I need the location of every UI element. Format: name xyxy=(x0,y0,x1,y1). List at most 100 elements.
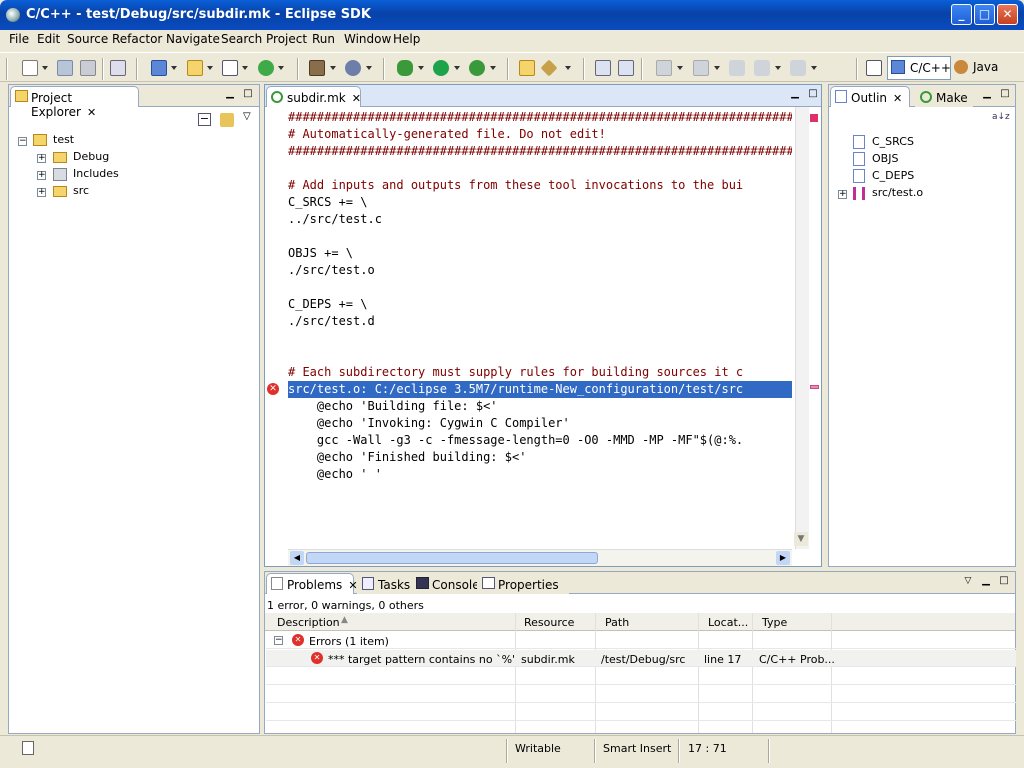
code-line[interactable]: ########################################… xyxy=(288,109,792,126)
run-icon[interactable] xyxy=(433,60,449,76)
menu-run[interactable]: Run xyxy=(312,32,335,46)
fast-view-icon[interactable] xyxy=(22,741,34,755)
sort-icon[interactable]: a↓z xyxy=(992,112,1010,122)
column-location[interactable]: Locat... xyxy=(708,616,748,629)
column-resource[interactable]: Resource xyxy=(524,616,574,629)
outline-item-rule[interactable]: src/test.o xyxy=(853,186,923,202)
scroll-right-icon[interactable]: ▶ xyxy=(776,551,790,565)
maximize-button[interactable]: □ xyxy=(974,4,995,25)
error-overview-icon[interactable] xyxy=(810,114,818,122)
expand-icon[interactable]: + xyxy=(838,190,847,199)
overview-ruler[interactable] xyxy=(795,107,809,549)
maximize-view-icon[interactable]: □ xyxy=(998,576,1010,588)
debug-icon[interactable] xyxy=(397,60,413,76)
open-perspective-icon[interactable] xyxy=(866,60,882,76)
close-button[interactable]: ✕ xyxy=(997,4,1018,25)
code-line[interactable]: ./src/test.o xyxy=(288,262,375,279)
code-line[interactable]: ../src/test.c xyxy=(288,211,382,228)
table-row[interactable]: ✕ *** target pattern contains no `%'. St… xyxy=(266,650,1016,667)
column-description[interactable]: Description xyxy=(277,616,340,629)
new-icon[interactable] xyxy=(22,60,38,76)
new-source-folder-icon[interactable] xyxy=(187,60,203,76)
code-line[interactable]: gcc -Wall -g3 -c -fmessage-length=0 -O0 … xyxy=(288,432,743,449)
perspective-java[interactable]: Java xyxy=(954,60,998,74)
tab-problems[interactable]: Problems ✕ xyxy=(266,573,358,594)
last-edit-location-icon[interactable] xyxy=(729,60,745,76)
code-line[interactable]: @echo 'Building file: $<' xyxy=(288,398,498,415)
scroll-thumb[interactable] xyxy=(306,552,598,564)
toggle-mark-occurrences-icon[interactable] xyxy=(595,60,611,76)
code-line[interactable]: C_DEPS += \ xyxy=(288,296,367,313)
search-torch-icon[interactable] xyxy=(540,59,558,77)
error-overview-marker[interactable] xyxy=(810,385,819,389)
column-type[interactable]: Type xyxy=(762,616,787,629)
new-source-file-icon[interactable] xyxy=(222,60,238,76)
error-group-row[interactable]: − ✕ Errors (1 item) xyxy=(266,632,1016,649)
minimize-view-icon[interactable]: ▁ xyxy=(789,89,801,101)
close-tab-icon[interactable]: ✕ xyxy=(352,92,361,105)
minimize-view-icon[interactable]: ▁ xyxy=(981,89,993,101)
maximize-view-icon[interactable]: □ xyxy=(807,89,819,101)
collapse-icon[interactable]: − xyxy=(18,137,27,146)
tab-subdir-mk[interactable]: subdir.mk ✕ xyxy=(266,86,361,107)
outline-item-c-deps[interactable]: C_DEPS xyxy=(853,169,914,185)
menu-project[interactable]: Project xyxy=(266,32,307,46)
column-path[interactable]: Path xyxy=(605,616,629,629)
tree-item-src[interactable]: src xyxy=(53,184,89,200)
code-line[interactable]: # Automatically-generated file. Do not e… xyxy=(288,126,606,143)
code-line[interactable]: src/test.o: C:/eclipse 3.5M7/runtime-New… xyxy=(288,381,792,398)
build-configuration-icon[interactable] xyxy=(345,60,361,76)
tab-project-explorer[interactable]: Project Explorer ✕ xyxy=(10,86,139,119)
forward-arrow-icon[interactable] xyxy=(790,60,806,76)
next-annotation-icon[interactable] xyxy=(656,60,672,76)
expand-icon[interactable]: + xyxy=(37,188,46,197)
view-menu-icon[interactable]: ▽ xyxy=(243,111,259,127)
menu-refactor[interactable]: Refactor xyxy=(112,32,162,46)
external-tools-icon[interactable] xyxy=(469,60,485,76)
tree-item-includes[interactable]: Includes xyxy=(53,167,119,183)
minimize-button[interactable]: _ xyxy=(951,4,972,25)
perspective-cpp[interactable]: C/C++ xyxy=(887,56,951,80)
save-icon[interactable] xyxy=(57,60,73,76)
show-whitespace-icon[interactable] xyxy=(618,60,634,76)
code-line[interactable]: ########################################… xyxy=(288,143,792,160)
code-line[interactable]: # Add inputs and outputs from these tool… xyxy=(288,177,743,194)
scroll-down-icon[interactable]: ▼ xyxy=(794,532,808,546)
expand-icon[interactable]: + xyxy=(37,154,46,163)
title-bar[interactable]: C/C++ - test/Debug/src/subdir.mk - Eclip… xyxy=(0,0,1024,30)
maximize-view-icon[interactable]: □ xyxy=(999,89,1011,101)
maximize-view-icon[interactable]: □ xyxy=(242,89,254,101)
code-line[interactable]: # Each subdirectory must supply rules fo… xyxy=(288,364,743,381)
back-arrow-icon[interactable] xyxy=(754,60,770,76)
menu-edit[interactable]: Edit xyxy=(37,32,60,46)
tab-properties[interactable]: Properties xyxy=(477,573,569,594)
minimize-view-icon[interactable]: ▁ xyxy=(224,89,236,101)
menu-window[interactable]: Window xyxy=(344,32,391,46)
tab-make[interactable]: Make xyxy=(915,86,973,107)
tab-outline[interactable]: Outlin ✕ xyxy=(830,86,910,107)
outline-item-c-srcs[interactable]: C_SRCS xyxy=(853,135,914,151)
link-with-editor-icon[interactable] xyxy=(220,113,234,127)
previous-annotation-icon[interactable] xyxy=(693,60,709,76)
close-tab-icon[interactable]: ✕ xyxy=(87,106,96,119)
code-line[interactable]: OBJS += \ xyxy=(288,245,353,262)
code-line[interactable]: ./src/test.d xyxy=(288,313,375,330)
tree-item-debug[interactable]: Debug xyxy=(53,150,109,166)
menu-file[interactable]: File xyxy=(9,32,29,46)
editor-text-area[interactable]: ########################################… xyxy=(288,109,792,549)
code-line[interactable]: @echo ' ' xyxy=(288,466,382,483)
build-hammer-icon[interactable] xyxy=(309,60,325,76)
expand-icon[interactable]: + xyxy=(37,171,46,180)
menu-search[interactable]: Search xyxy=(221,32,262,46)
code-line[interactable]: @echo 'Invoking: Cygwin C Compiler' xyxy=(288,415,570,432)
menu-navigate[interactable]: Navigate xyxy=(166,32,220,46)
minimize-view-icon[interactable]: ▁ xyxy=(980,576,992,588)
collapse-icon[interactable]: − xyxy=(274,636,283,645)
view-menu-icon[interactable]: ▽ xyxy=(962,576,974,588)
error-marker-icon[interactable]: ✕ xyxy=(267,383,279,395)
horizontal-scrollbar[interactable]: ◀ ▶ xyxy=(288,549,792,566)
tree-item-test[interactable]: test xyxy=(33,133,74,149)
code-line[interactable]: @echo 'Finished building: $<' xyxy=(288,449,527,466)
scroll-left-icon[interactable]: ◀ xyxy=(290,551,304,565)
menu-help[interactable]: Help xyxy=(393,32,420,46)
